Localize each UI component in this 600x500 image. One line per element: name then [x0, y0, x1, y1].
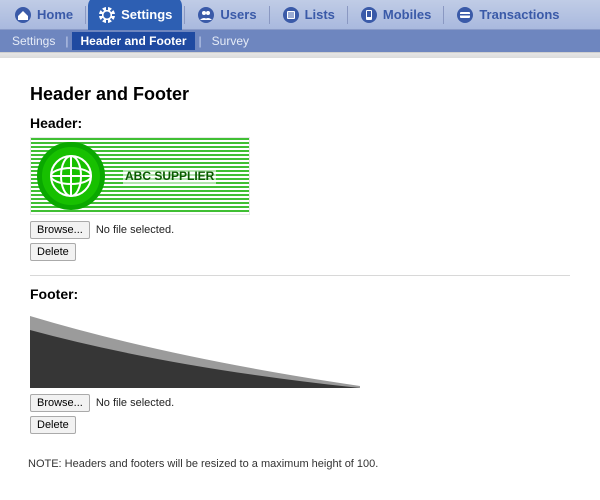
- page-title: Header and Footer: [30, 84, 570, 105]
- header-delete-button[interactable]: Delete: [30, 243, 76, 261]
- nav-separator: [443, 6, 444, 24]
- nav-item-home[interactable]: Home: [4, 0, 83, 30]
- nav-item-users[interactable]: Users: [187, 0, 266, 30]
- nav-label: Mobiles: [383, 7, 431, 22]
- list-icon: [282, 6, 300, 24]
- nav-item-settings[interactable]: Settings: [88, 0, 182, 30]
- nav-label: Settings: [121, 7, 172, 22]
- mobile-icon: [360, 6, 378, 24]
- header-file-row: Browse... No file selected.: [30, 221, 570, 239]
- nav-separator: [347, 6, 348, 24]
- home-icon: [14, 6, 32, 24]
- nav-item-transactions[interactable]: Transactions: [446, 0, 569, 30]
- footer-delete-button[interactable]: Delete: [30, 416, 76, 434]
- users-icon: [197, 6, 215, 24]
- globe-icon: [37, 142, 105, 210]
- nav-item-mobiles[interactable]: Mobiles: [350, 0, 441, 30]
- nav-separator: [85, 6, 86, 24]
- resize-note: NOTE: Headers and footers will be resize…: [28, 458, 586, 470]
- nav-item-lists[interactable]: Lists: [272, 0, 345, 30]
- sub-nav-separator: |: [199, 34, 202, 48]
- content: Header and Footer Header: ABC SUPPLIER B…: [0, 58, 600, 478]
- footer-browse-button[interactable]: Browse...: [30, 394, 90, 412]
- transaction-icon: [456, 6, 474, 24]
- sub-nav-settings[interactable]: Settings: [6, 32, 61, 50]
- section-divider: [30, 275, 570, 276]
- header-file-status: No file selected.: [96, 224, 174, 236]
- top-nav: Home Settings Users Lists Mobiles Transa…: [0, 0, 600, 30]
- panel: Header and Footer Header: ABC SUPPLIER B…: [14, 70, 586, 448]
- footer-image-preview: [30, 308, 360, 388]
- footer-file-status: No file selected.: [96, 397, 174, 409]
- header-browse-button[interactable]: Browse...: [30, 221, 90, 239]
- nav-label: Users: [220, 7, 256, 22]
- sub-nav-separator: |: [65, 34, 68, 48]
- nav-separator: [184, 6, 185, 24]
- header-image-preview: ABC SUPPLIER: [30, 137, 250, 215]
- sub-nav: Settings | Header and Footer | Survey: [0, 30, 600, 52]
- nav-label: Transactions: [479, 7, 559, 22]
- header-image-text: ABC SUPPLIER: [123, 168, 216, 184]
- nav-separator: [269, 6, 270, 24]
- gear-icon: [98, 6, 116, 24]
- header-section-label: Header:: [30, 115, 570, 131]
- footer-file-row: Browse... No file selected.: [30, 394, 570, 412]
- sub-nav-header-footer[interactable]: Header and Footer: [72, 32, 194, 50]
- sub-nav-survey[interactable]: Survey: [206, 32, 255, 50]
- nav-label: Lists: [305, 7, 335, 22]
- footer-section-label: Footer:: [30, 286, 570, 302]
- nav-label: Home: [37, 7, 73, 22]
